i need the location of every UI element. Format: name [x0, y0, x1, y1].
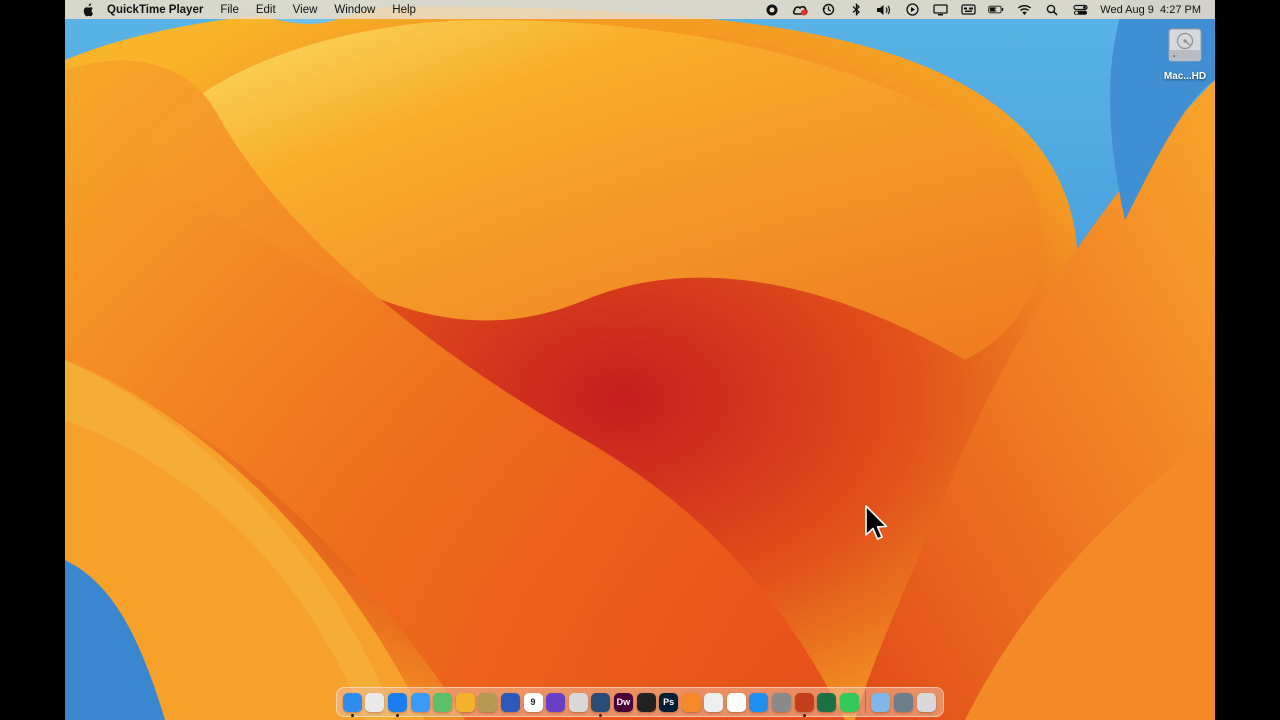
menu-help[interactable]: Help: [392, 4, 416, 16]
apple-menu-icon[interactable]: [79, 2, 97, 17]
display-icon[interactable]: [932, 3, 948, 17]
calendar-icon[interactable]: 9: [523, 692, 543, 712]
messages-icon[interactable]: [839, 692, 859, 712]
preview-icon[interactable]: [704, 692, 724, 712]
downloads-icon[interactable]: [894, 692, 914, 712]
wifi-icon[interactable]: [1016, 3, 1032, 17]
maps-icon[interactable]: [433, 692, 453, 712]
trash-icon[interactable]: [916, 692, 936, 712]
notes-icon[interactable]: [478, 692, 498, 712]
clock-time: 4:27 PM: [1160, 3, 1201, 16]
battery-icon[interactable]: [988, 3, 1004, 17]
menu-clock[interactable]: Wed Aug 9 4:27 PM: [1100, 4, 1201, 16]
dock-separator: [864, 691, 866, 713]
final-cut-icon[interactable]: [636, 692, 656, 712]
quicktime-icon[interactable]: [591, 692, 611, 717]
status-menus: Wed Aug 9 4:27 PM: [752, 0, 1201, 19]
dreamweaver-icon[interactable]: Dw: [613, 692, 633, 712]
volume-icon[interactable]: [876, 3, 892, 17]
menu-edit[interactable]: Edit: [256, 4, 276, 16]
bluetooth-icon[interactable]: [848, 3, 864, 17]
imovie-icon[interactable]: [546, 692, 566, 712]
screen-record-icon[interactable]: [764, 3, 780, 17]
hard-drive-icon: [1168, 28, 1202, 62]
keyboard-icon[interactable]: [960, 3, 976, 17]
photoshop-icon[interactable]: Ps: [659, 692, 679, 712]
menu-file[interactable]: File: [220, 4, 239, 16]
launchpad-icon[interactable]: [365, 692, 385, 712]
finder-icon[interactable]: [342, 692, 362, 717]
menu-bar: QuickTime Player File Edit View Window H…: [65, 0, 1215, 19]
drive-label: Mac...HD: [1163, 71, 1207, 82]
clock-date: Wed Aug 9: [1100, 3, 1154, 16]
desktop-drive[interactable]: Mac...HD: [1161, 26, 1209, 82]
menu-view[interactable]: View: [293, 4, 318, 16]
dock: 9 Dw Ps: [336, 687, 944, 717]
books-icon[interactable]: [681, 692, 701, 712]
screenshot-icon[interactable]: [568, 692, 588, 712]
mail-icon[interactable]: [410, 692, 430, 712]
freeform-icon[interactable]: [726, 692, 746, 712]
spotlight-search-icon[interactable]: [1044, 3, 1060, 17]
folder-icon[interactable]: [871, 692, 891, 712]
control-center-icon[interactable]: [1072, 3, 1088, 17]
mouse-pointer-icon: [865, 505, 888, 540]
play-icon[interactable]: [904, 3, 920, 17]
app-name-menu[interactable]: QuickTime Player: [107, 4, 203, 16]
word-icon[interactable]: [500, 692, 520, 712]
wallpaper: [65, 0, 1215, 720]
time-machine-icon[interactable]: [820, 3, 836, 17]
system-settings-icon[interactable]: [772, 692, 792, 712]
safari-icon[interactable]: [387, 692, 407, 717]
menu-window[interactable]: Window: [334, 4, 375, 16]
excel-icon[interactable]: [817, 692, 837, 712]
creative-cloud-icon[interactable]: [792, 3, 808, 17]
powerpoint-icon[interactable]: [794, 692, 814, 717]
desktop-screen: QuickTime Player File Edit View Window H…: [65, 0, 1215, 720]
app-store-icon[interactable]: [749, 692, 769, 712]
photos-icon[interactable]: [455, 692, 475, 712]
